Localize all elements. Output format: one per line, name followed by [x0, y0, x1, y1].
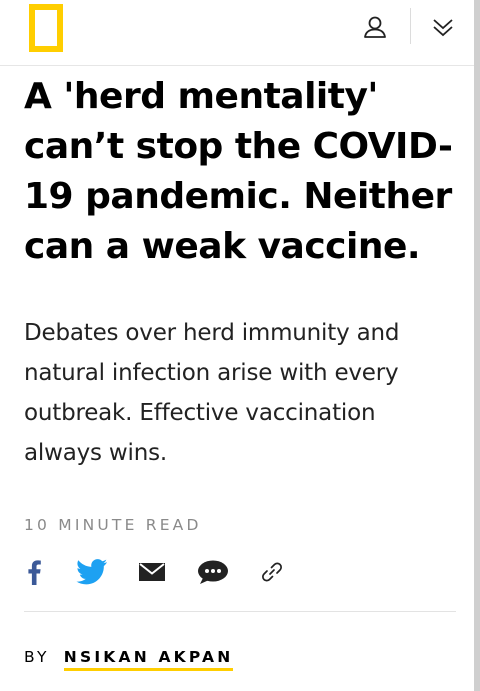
read-time: 10 MINUTE READ: [24, 516, 202, 534]
share-twitter-button[interactable]: [75, 556, 109, 588]
twitter-icon: [76, 559, 108, 585]
scrollbar-thumb[interactable]: [474, 0, 480, 691]
article-divider: [24, 611, 456, 612]
user-account-button[interactable]: [358, 10, 392, 44]
scrollbar-track[interactable]: [474, 0, 480, 691]
copy-link-button[interactable]: [259, 556, 285, 588]
chevron-double-down-icon: [433, 19, 453, 37]
user-icon: [364, 16, 386, 38]
byline-prefix: BY: [24, 648, 50, 666]
article-headline: A 'herd mentality' can’t stop the COVID-…: [24, 76, 453, 267]
nat-geo-logo[interactable]: [29, 4, 63, 52]
header-divider: [410, 8, 411, 44]
menu-toggle-button[interactable]: [426, 10, 460, 44]
byline: BY NSIKAN AKPAN: [24, 648, 234, 671]
comment-icon: [198, 560, 228, 584]
share-comment-button[interactable]: [196, 556, 230, 588]
site-header: [0, 0, 474, 66]
email-icon: [139, 563, 165, 581]
link-icon: [262, 562, 282, 582]
share-bar: [20, 556, 460, 590]
author-link[interactable]: NSIKAN AKPAN: [63, 648, 234, 671]
facebook-icon: [28, 560, 41, 585]
share-facebook-button[interactable]: [22, 556, 46, 588]
share-email-button[interactable]: [137, 556, 167, 588]
article-dek: Debates over herd immunity and natural i…: [24, 320, 400, 466]
